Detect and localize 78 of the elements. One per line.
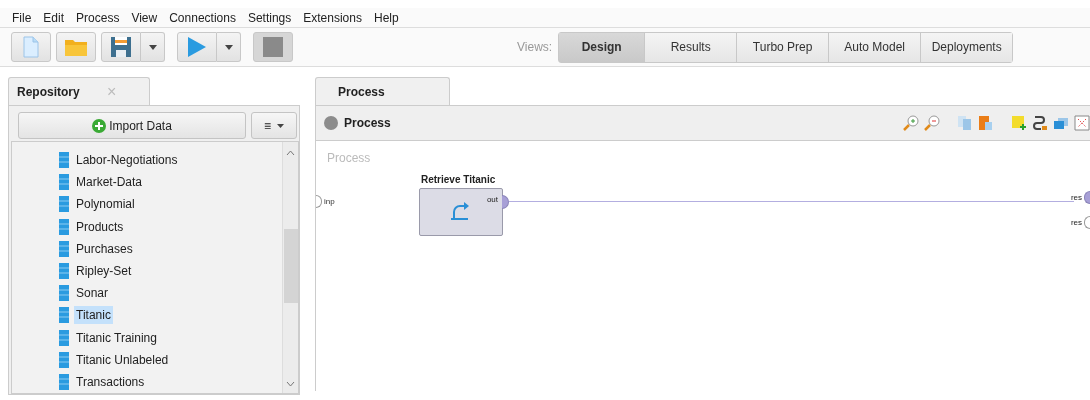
repository-tab[interactable]: Repository ×: [8, 77, 150, 105]
caret-icon: [224, 44, 233, 50]
breadcrumb-process[interactable]: Process: [344, 116, 391, 130]
grid-icon[interactable]: [1074, 115, 1090, 131]
port-label: inp: [324, 197, 335, 206]
dropdown-button[interactable]: [141, 32, 165, 62]
zoom-in-icon[interactable]: [903, 115, 919, 131]
menu-button[interactable]: ≡: [251, 112, 297, 139]
database-icon: [59, 329, 69, 346]
menu-item[interactable]: Extensions: [297, 10, 368, 25]
result-port[interactable]: [1084, 216, 1090, 229]
menu-item[interactable]: Edit: [37, 10, 71, 25]
database-icon: [59, 196, 69, 213]
input-port[interactable]: [316, 195, 322, 208]
menu-item[interactable]: View: [125, 10, 164, 25]
view-tab[interactable]: Auto Model: [828, 32, 921, 62]
output-port[interactable]: [502, 195, 509, 209]
folder-icon: [64, 37, 88, 57]
view-tab[interactable]: Turbo Prep: [736, 32, 829, 62]
play-icon: [187, 36, 207, 58]
database-icon: [59, 351, 69, 368]
note-add-icon[interactable]: [1011, 115, 1027, 131]
view-tab[interactable]: Deployments: [920, 32, 1013, 62]
port-label: res: [1070, 193, 1082, 202]
repository-item[interactable]: Sonar: [74, 284, 111, 303]
repository-item[interactable]: Transactions: [74, 372, 147, 391]
document-icon: [23, 36, 39, 58]
layers-icon[interactable]: [1053, 115, 1069, 131]
open-button[interactable]: [56, 32, 96, 62]
canvas-label: Process: [327, 151, 371, 165]
menu-item[interactable]: Settings: [241, 10, 298, 25]
repository-item[interactable]: Market-Data: [74, 173, 145, 192]
scroll-down-icon[interactable]: [286, 381, 295, 388]
caret-icon: [277, 123, 284, 128]
repository-item[interactable]: Polynomial: [74, 195, 137, 214]
import-data-button[interactable]: Import Data: [18, 112, 246, 139]
new-button[interactable]: [11, 32, 51, 62]
menu-item[interactable]: Connections: [163, 10, 242, 25]
process-canvas[interactable]: Process inp Retrieve Titanic out res res: [315, 141, 1090, 391]
copy-icon[interactable]: [957, 115, 973, 131]
menu-item[interactable]: File: [6, 10, 38, 25]
database-icon: [59, 263, 69, 280]
view-tab[interactable]: Design: [559, 32, 645, 62]
database-icon: [59, 307, 69, 324]
plug-icon[interactable]: [1032, 115, 1048, 131]
database-icon: [59, 240, 69, 257]
plus-icon: [92, 118, 107, 133]
database-icon: [59, 174, 69, 191]
repository-item[interactable]: Products: [74, 217, 126, 236]
repository-item[interactable]: Titanic: [74, 306, 113, 325]
repository-item[interactable]: Purchases: [74, 239, 135, 258]
repository-item[interactable]: Ripley-Set: [74, 262, 134, 281]
stop-icon: [263, 37, 283, 57]
database-icon: [59, 152, 69, 169]
menu-item[interactable]: Help: [367, 10, 405, 25]
dropdown-button[interactable]: [217, 32, 241, 62]
zoom-out-icon[interactable]: [924, 115, 940, 131]
database-icon: [59, 373, 69, 390]
view-tab[interactable]: Results: [644, 32, 737, 62]
scroll-up-icon[interactable]: [286, 150, 295, 156]
database-icon: [59, 285, 69, 302]
menu-item[interactable]: Process: [70, 10, 126, 25]
port-label: res: [1070, 218, 1082, 227]
paste-icon[interactable]: [978, 115, 994, 131]
caret-icon: [148, 44, 157, 50]
port-label: out: [486, 195, 498, 204]
repository-item[interactable]: Labor-Negotiations: [74, 151, 180, 170]
operator-node[interactable]: out: [419, 188, 503, 236]
repository-item[interactable]: Titanic Unlabeled: [74, 350, 171, 369]
repository-item[interactable]: Titanic Training: [74, 328, 159, 347]
save-button[interactable]: [101, 32, 141, 62]
database-icon: [59, 218, 69, 235]
views-label: Views:: [517, 40, 553, 54]
circle-icon: [324, 116, 338, 130]
result-port[interactable]: [1084, 191, 1090, 204]
operator-title: Retrieve Titanic: [421, 174, 496, 185]
process-tab[interactable]: Process: [315, 77, 450, 105]
scrollbar[interactable]: [282, 142, 298, 394]
